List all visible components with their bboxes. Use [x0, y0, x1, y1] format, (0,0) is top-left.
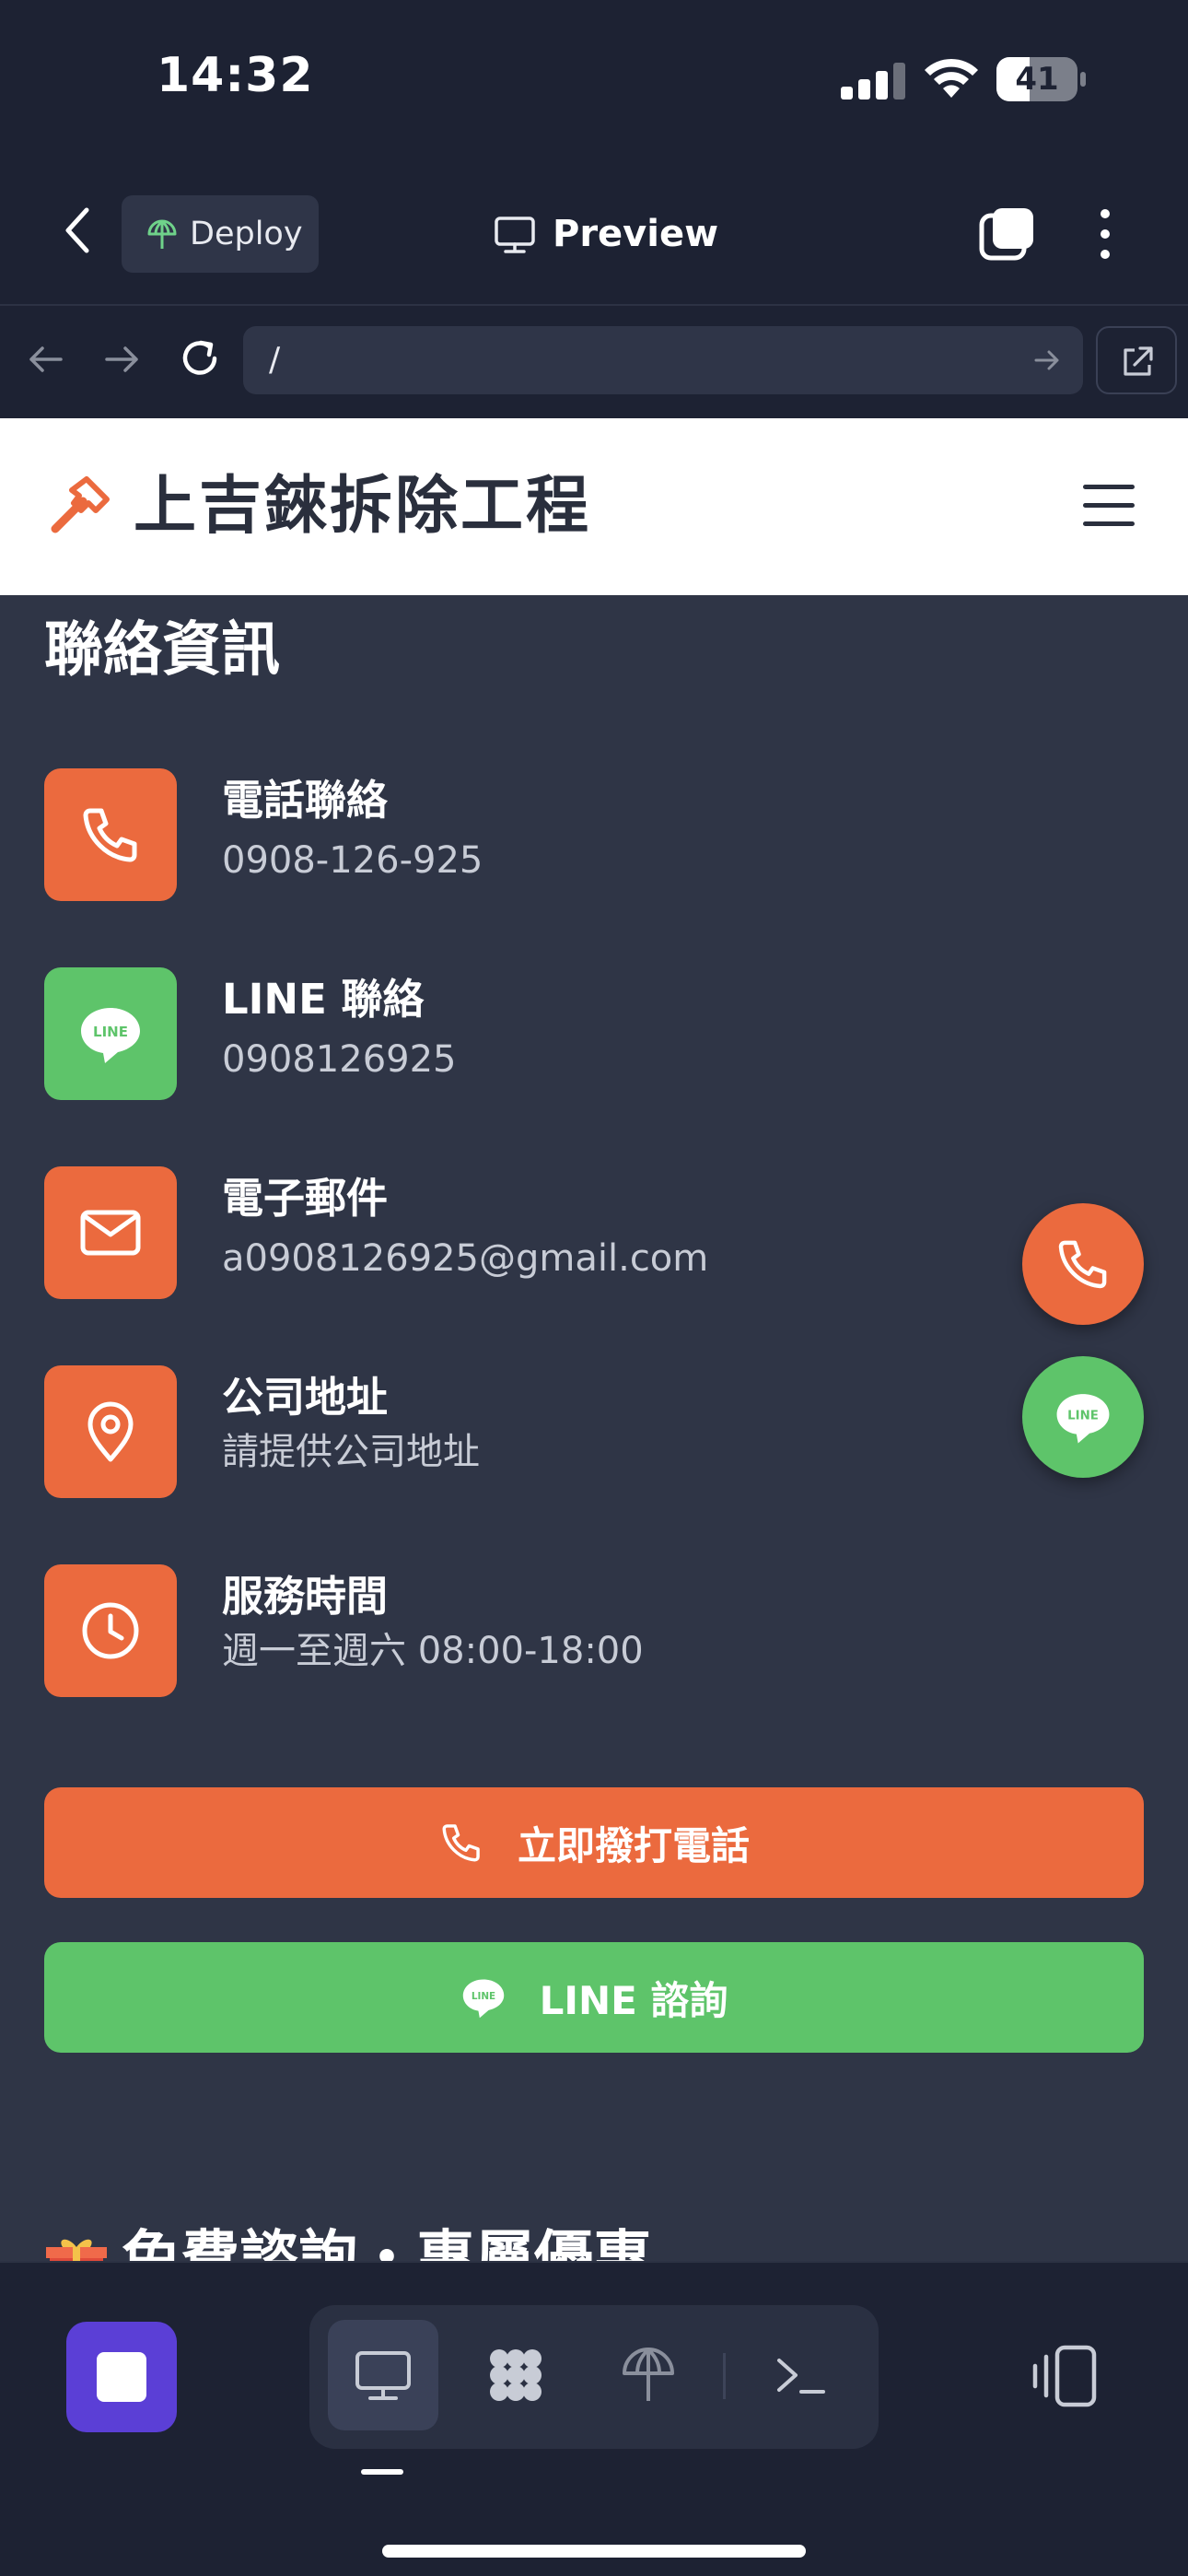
contact-value: 0908-126-925	[222, 839, 483, 882]
browser-toolbar: /	[0, 306, 1188, 418]
clock-icon-tile	[44, 1564, 177, 1697]
contact-item-address[interactable]: 公司地址 請提供公司地址	[44, 1365, 873, 1498]
tabs-icon[interactable]	[978, 205, 1037, 263]
contact-label: 服務時間	[222, 1572, 389, 1621]
clock-icon	[82, 1602, 139, 1659]
phone-icon	[83, 808, 137, 862]
contact-item-hours[interactable]: 服務時間 週一至週六 08:00-18:00	[44, 1564, 873, 1697]
contact-label: 電子郵件	[222, 1174, 389, 1223]
contact-section: 聯絡資訊 電話聯絡 0908-126-925 LINE LINE 聯絡 0908…	[0, 595, 1188, 2261]
preview-view-button[interactable]	[328, 2320, 438, 2430]
apps-view-button[interactable]	[460, 2320, 571, 2430]
reload-icon[interactable]	[177, 335, 223, 381]
next-section-title: 免費諮詢・專屬優惠	[44, 2213, 652, 2261]
monitor-icon	[355, 2351, 411, 2400]
line-icon-tile: LINE	[44, 967, 177, 1100]
call-now-label: 立即撥打電話	[517, 1822, 750, 1868]
deploy-icon	[623, 2348, 674, 2401]
contact-item-line[interactable]: LINE LINE 聯絡 0908126925	[44, 967, 873, 1100]
deploy-icon	[147, 219, 177, 249]
external-link-icon	[1124, 346, 1153, 376]
line-consult-button[interactable]: LINE LINE 諮詢	[44, 1942, 1144, 2053]
line-icon: LINE	[81, 1008, 140, 1063]
battery-percent: 41	[1015, 61, 1059, 98]
map-pin-icon-tile	[44, 1365, 177, 1498]
phone-icon	[442, 1824, 480, 1862]
status-time: 14:32	[157, 48, 314, 103]
url-text: /	[269, 341, 281, 379]
status-bar: 14:32 41	[0, 0, 1188, 157]
phone-icon-tile	[44, 768, 177, 901]
nav-back-arrow-icon[interactable]	[26, 339, 66, 380]
bottom-toolbar	[0, 2261, 1188, 2576]
floating-line-button[interactable]: LINE	[1022, 1356, 1144, 1478]
home-indicator	[382, 2545, 806, 2558]
contact-value: 0908126925	[222, 1038, 457, 1081]
deploy-label: Deploy	[190, 216, 303, 252]
stop-button[interactable]	[66, 2322, 177, 2432]
monitor-icon	[495, 217, 535, 253]
line-badge-text: LINE	[471, 1991, 495, 2002]
device-toggle-icon[interactable]	[1030, 2340, 1103, 2414]
gift-icon	[46, 2240, 107, 2261]
url-input[interactable]: /	[243, 326, 1083, 394]
active-tab-indicator	[361, 2469, 403, 2475]
go-arrow-icon[interactable]	[1033, 346, 1061, 374]
cellular-signal-icon	[841, 61, 905, 100]
contact-item-email[interactable]: 電子郵件 a0908126925@gmail.com	[44, 1166, 873, 1299]
site-header: 上吉錸拆除工程	[0, 418, 1188, 595]
contact-label: 公司地址	[222, 1373, 389, 1422]
mail-icon-tile	[44, 1166, 177, 1299]
contact-item-phone[interactable]: 電話聯絡 0908-126-925	[44, 768, 873, 901]
deploy-button[interactable]: Deploy	[122, 195, 319, 273]
contact-label: 電話聯絡	[222, 776, 389, 825]
wifi-icon	[925, 58, 978, 98]
contact-value: 週一至週六 08:00-18:00	[222, 1630, 644, 1672]
line-consult-label: LINE 諮詢	[539, 1977, 728, 2023]
line-icon: LINE	[462, 1979, 504, 2019]
contact-label: LINE 聯絡	[222, 975, 425, 1024]
app-header: Deploy Preview	[0, 157, 1188, 306]
preview-label: Preview	[553, 213, 719, 255]
back-chevron-icon[interactable]	[55, 203, 101, 258]
mail-icon	[80, 1210, 141, 1256]
line-badge-text: LINE	[1067, 1410, 1099, 1423]
deploy-view-button[interactable]	[593, 2320, 704, 2430]
section-title: 聯絡資訊	[44, 616, 280, 685]
line-icon: LINE	[1056, 1394, 1110, 1444]
terminal-view-button[interactable]	[746, 2320, 856, 2430]
more-options-icon[interactable]	[1085, 205, 1125, 263]
open-external-button[interactable]	[1096, 326, 1177, 394]
grid-blob-icon	[490, 2349, 542, 2401]
nav-forward-arrow-icon[interactable]	[101, 339, 142, 380]
phone-icon	[1058, 1240, 1107, 1289]
map-pin-icon	[87, 1401, 134, 1462]
hamburger-menu-icon[interactable]	[1083, 479, 1136, 533]
view-switcher	[309, 2305, 879, 2449]
next-section-title-text: 免費諮詢・專屬優惠	[122, 2225, 652, 2261]
line-badge-text: LINE	[93, 1024, 128, 1040]
battery-icon: 41	[996, 57, 1086, 101]
toolbar-divider	[723, 2353, 726, 2399]
call-now-button[interactable]: 立即撥打電話	[44, 1787, 1144, 1898]
site-title[interactable]: 上吉錸拆除工程	[134, 455, 591, 558]
contact-value: 請提供公司地址	[222, 1431, 480, 1473]
terminal-icon	[777, 2359, 825, 2394]
hammer-icon[interactable]	[46, 474, 112, 540]
floating-call-button[interactable]	[1022, 1203, 1144, 1325]
stop-icon	[97, 2352, 146, 2402]
contact-value: a0908126925@gmail.com	[222, 1237, 709, 1280]
